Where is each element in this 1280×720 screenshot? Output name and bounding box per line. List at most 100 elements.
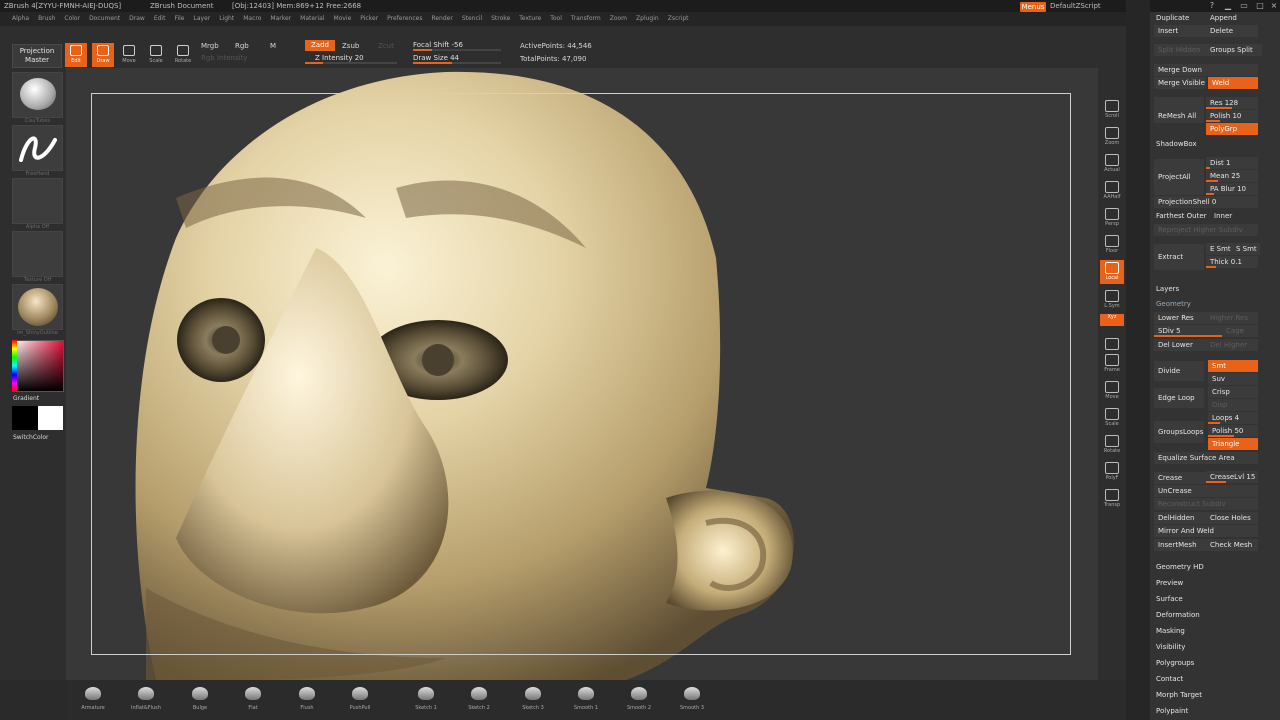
scale-button[interactable]: Scale bbox=[145, 43, 167, 67]
alpha-selector[interactable] bbox=[12, 178, 63, 224]
move-button[interactable]: Move bbox=[118, 43, 140, 67]
texture-selector[interactable] bbox=[12, 231, 63, 277]
help-icon[interactable]: ? bbox=[1206, 1, 1218, 11]
tool-aahalf[interactable]: AAHalf bbox=[1100, 179, 1124, 203]
edge-loop-button[interactable]: Edge Loop bbox=[1154, 388, 1204, 408]
section-polypaint[interactable]: Polypaint bbox=[1156, 707, 1188, 715]
menu-item-texture[interactable]: Texture bbox=[519, 15, 541, 22]
rotate-button[interactable]: Rotate bbox=[172, 43, 194, 67]
higher-res-button[interactable]: Higher Res bbox=[1206, 312, 1258, 324]
close-holes-button[interactable]: Close Holes bbox=[1206, 512, 1258, 524]
edit-button[interactable]: Edit bbox=[65, 43, 87, 67]
brush-smooth-1[interactable]: Smooth 1 bbox=[566, 683, 606, 717]
mean-slider[interactable]: Mean 25 bbox=[1206, 170, 1258, 182]
cage-button[interactable]: Cage bbox=[1222, 325, 1258, 337]
zadd-button[interactable]: Zadd bbox=[305, 40, 335, 51]
focal-shift-slider[interactable]: Focal Shift -56 bbox=[413, 40, 501, 51]
section-deformation[interactable]: Deformation bbox=[1156, 611, 1200, 619]
sdiv-slider[interactable]: SDiv 5 bbox=[1154, 325, 1222, 337]
zsub-button[interactable]: Zsub bbox=[342, 42, 359, 50]
menu-item-alpha[interactable]: Alpha bbox=[12, 15, 29, 22]
extract-button[interactable]: Extract bbox=[1154, 244, 1204, 270]
tool-frame[interactable]: Frame bbox=[1100, 352, 1124, 376]
polish2-slider[interactable]: Polish 50 bbox=[1208, 425, 1258, 437]
menu-item-zscript[interactable]: Zscript bbox=[668, 15, 689, 22]
zcut-button[interactable]: Zcut bbox=[378, 42, 394, 50]
layers-section[interactable]: Layers bbox=[1156, 285, 1179, 293]
tool-l-sym[interactable]: L.Sym bbox=[1100, 288, 1124, 312]
rgb-intensity-slider[interactable]: Rgb Intensity bbox=[201, 54, 247, 62]
brush-inflat-flush[interactable]: Inflat&Flush bbox=[126, 683, 166, 717]
brush-pushpull[interactable]: PushPull bbox=[340, 683, 380, 717]
menu-item-edit[interactable]: Edit bbox=[154, 15, 166, 22]
shadowbox-button[interactable]: ShadowBox bbox=[1152, 138, 1212, 150]
minimize-icon[interactable]: ▁ bbox=[1222, 1, 1234, 11]
menu-item-light[interactable]: Light bbox=[219, 15, 234, 22]
projection-master-button[interactable]: Projection Master bbox=[12, 44, 62, 68]
material-selector[interactable] bbox=[12, 284, 63, 330]
projection-shell-slider[interactable]: ProjectionShell 0 bbox=[1154, 196, 1258, 208]
insert-button[interactable]: Insert bbox=[1154, 25, 1206, 37]
close-icon[interactable]: × bbox=[1268, 1, 1280, 11]
menu-item-draw[interactable]: Draw bbox=[129, 15, 145, 22]
rgb-button[interactable]: Rgb bbox=[235, 42, 249, 50]
m-button[interactable]: M bbox=[270, 42, 276, 50]
draw-size-slider[interactable]: Draw Size 44 bbox=[413, 53, 501, 64]
crease-level-slider[interactable]: CreaseLvl 15 bbox=[1206, 471, 1258, 483]
gradient-button[interactable]: Gradient bbox=[13, 395, 39, 402]
groups-split-button[interactable]: Groups Split bbox=[1206, 44, 1262, 56]
section-morph-target[interactable]: Morph Target bbox=[1156, 691, 1202, 699]
split-hidden-button[interactable]: Split Hidden bbox=[1154, 44, 1206, 56]
switch-color-button[interactable]: SwitchColor bbox=[13, 434, 49, 441]
brush-smooth-3[interactable]: Smooth 3 bbox=[672, 683, 712, 717]
brush-sketch-1[interactable]: Sketch 1 bbox=[406, 683, 446, 717]
menu-item-document[interactable]: Document bbox=[89, 15, 120, 22]
draw-button[interactable]: Draw bbox=[92, 43, 114, 67]
polish-slider[interactable]: Polish 10 bbox=[1206, 110, 1258, 122]
brush-armature[interactable]: Armature bbox=[73, 683, 113, 717]
geometry-section[interactable]: Geometry bbox=[1156, 300, 1191, 308]
document-canvas[interactable] bbox=[66, 68, 1098, 680]
tool-persp[interactable]: Persp bbox=[1100, 206, 1124, 230]
menu-item-marker[interactable]: Marker bbox=[270, 15, 291, 22]
tool-xyz[interactable]: Xyz bbox=[1100, 314, 1124, 326]
delete-button[interactable]: Delete bbox=[1206, 25, 1258, 37]
menu-item-preferences[interactable]: Preferences bbox=[387, 15, 422, 22]
section-visibility[interactable]: Visibility bbox=[1156, 643, 1185, 651]
merge-visible-button[interactable]: Merge Visible bbox=[1154, 77, 1206, 89]
smt-toggle[interactable]: Smt bbox=[1208, 360, 1258, 372]
menu-item-layer[interactable]: Layer bbox=[194, 15, 211, 22]
weld-button[interactable]: Weld bbox=[1208, 77, 1258, 89]
color-picker[interactable] bbox=[12, 340, 64, 392]
triangle-toggle[interactable]: Triangle bbox=[1208, 438, 1258, 450]
menu-item-material[interactable]: Material bbox=[300, 15, 324, 22]
pa-blur-slider[interactable]: PA Blur 10 bbox=[1206, 183, 1258, 195]
tool-transp[interactable]: Transp bbox=[1100, 487, 1124, 511]
menu-item-zplugin[interactable]: Zplugin bbox=[636, 15, 659, 22]
uncrease-button[interactable]: UnCrease bbox=[1154, 485, 1258, 497]
tool-polyf[interactable]: PolyF bbox=[1100, 460, 1124, 484]
menu-item-zoom[interactable]: Zoom bbox=[610, 15, 627, 22]
brush-bulge[interactable]: Bulge bbox=[180, 683, 220, 717]
section-masking[interactable]: Masking bbox=[1156, 627, 1185, 635]
equalize-surface-area-button[interactable]: Equalize Surface Area bbox=[1154, 452, 1258, 464]
menu-item-stroke[interactable]: Stroke bbox=[491, 15, 510, 22]
menu-item-render[interactable]: Render bbox=[431, 15, 452, 22]
brush-sketch-2[interactable]: Sketch 2 bbox=[459, 683, 499, 717]
menu-item-brush[interactable]: Brush bbox=[38, 15, 55, 22]
brush-flat[interactable]: Flat bbox=[233, 683, 273, 717]
menu-item-tool[interactable]: Tool bbox=[550, 15, 562, 22]
crease-button[interactable]: Crease bbox=[1154, 472, 1206, 484]
dist-slider[interactable]: Dist 1 bbox=[1206, 157, 1258, 169]
section-contact[interactable]: Contact bbox=[1156, 675, 1183, 683]
section-polygroups[interactable]: Polygroups bbox=[1156, 659, 1194, 667]
menu-item-movie[interactable]: Movie bbox=[334, 15, 352, 22]
duplicate-button[interactable]: Duplicate bbox=[1152, 12, 1212, 24]
thick-slider[interactable]: Thick 0.1 bbox=[1206, 256, 1258, 268]
tool-scroll[interactable]: Scroll bbox=[1100, 98, 1124, 122]
suv-toggle[interactable]: Suv bbox=[1208, 373, 1258, 385]
menu-item-color[interactable]: Color bbox=[64, 15, 80, 22]
reproject-button[interactable]: Reproject Higher Subdiv bbox=[1154, 224, 1258, 236]
farthest-outer-button[interactable]: Farthest Outer bbox=[1152, 210, 1208, 222]
default-zscript[interactable]: DefaultZScript bbox=[1050, 0, 1101, 12]
